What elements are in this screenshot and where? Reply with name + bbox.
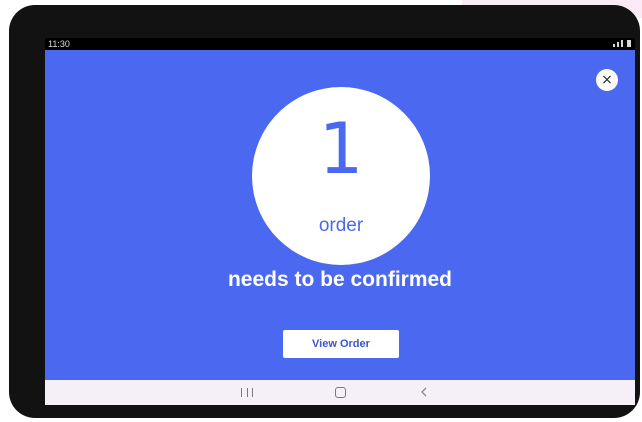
tablet-frame: 11:30 × 1 order needs to be confirmed Vi…: [9, 5, 640, 418]
system-nav-bar: [45, 380, 635, 405]
signal-icon: [613, 44, 615, 47]
order-count-circle: 1 order: [252, 87, 430, 265]
back-icon[interactable]: [418, 385, 430, 399]
battery-icon: [627, 40, 631, 47]
close-button[interactable]: ×: [596, 69, 618, 91]
signal-bar-icon: [621, 40, 623, 47]
app-screen: 11:30 × 1 order needs to be confirmed Vi…: [45, 38, 635, 405]
home-icon[interactable]: [335, 387, 346, 398]
status-time: 11:30: [48, 39, 70, 49]
order-count-unit: order: [318, 215, 364, 236]
signal-bar-icon: [617, 42, 619, 47]
status-bar: 11:30: [45, 38, 635, 50]
close-icon: ×: [601, 72, 613, 88]
confirmation-message: needs to be confirmed: [227, 268, 453, 291]
status-icons: [613, 40, 631, 47]
order-count: 1: [318, 108, 364, 190]
recent-apps-icon[interactable]: [241, 386, 253, 398]
view-order-button[interactable]: View Order: [283, 330, 399, 358]
